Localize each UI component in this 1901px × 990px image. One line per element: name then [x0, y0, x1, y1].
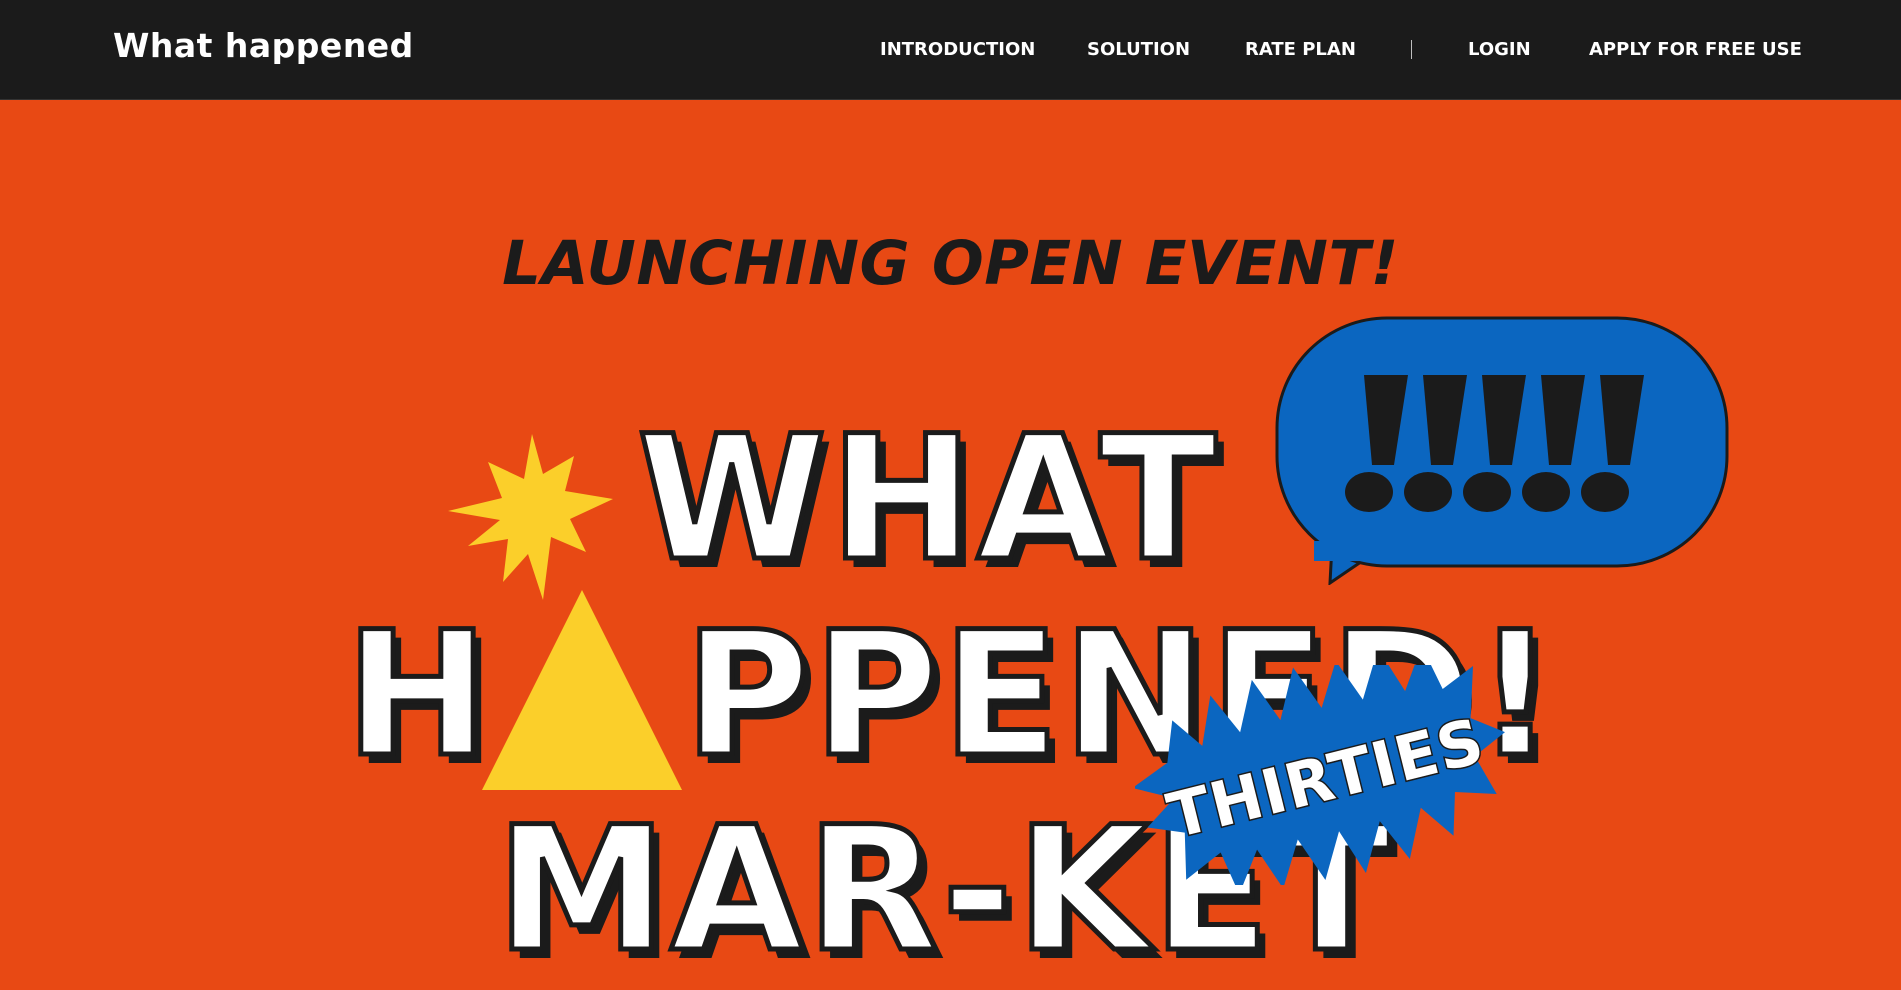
nav-link-rate-plan[interactable]: RATE PLAN: [1245, 39, 1356, 60]
headline-what: WHAT: [635, 398, 1220, 599]
top-nav: What happened INTRODUCTION SOLUTION RATE…: [0, 0, 1901, 100]
headline-h: H: [343, 594, 492, 795]
speech-bubble-icon: [1275, 316, 1729, 585]
nav-link-solution[interactable]: SOLUTION: [1087, 39, 1190, 60]
nav-divider: [1411, 40, 1412, 59]
brand-logo[interactable]: What happened: [113, 26, 414, 65]
starburst-icon: [448, 434, 613, 600]
triangle-icon: [482, 590, 682, 790]
nav-link-login[interactable]: LOGIN: [1468, 39, 1531, 60]
nav-link-introduction[interactable]: INTRODUCTION: [880, 39, 1035, 60]
hero-subtitle: LAUNCHING OPEN EVENT!: [502, 228, 1399, 299]
nav-link-apply[interactable]: APPLY FOR FREE USE: [1589, 39, 1802, 60]
jagged-badge-icon: THIRTIES: [1135, 665, 1505, 885]
